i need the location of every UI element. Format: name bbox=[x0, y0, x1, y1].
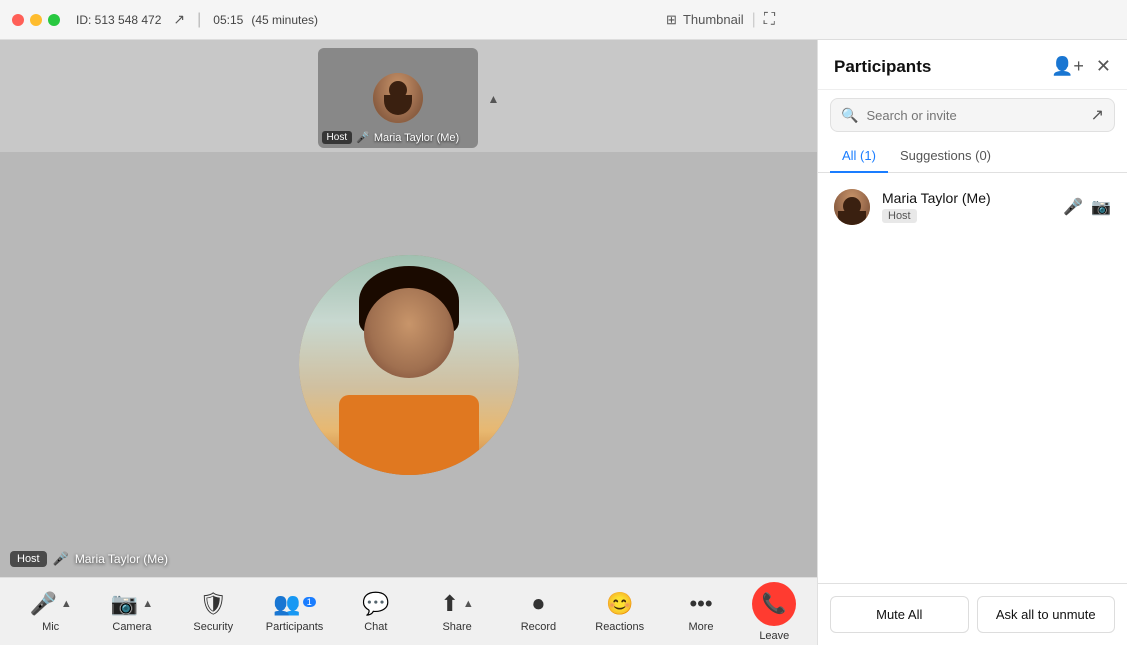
thumbnail-label: Thumbnail bbox=[683, 12, 744, 27]
participant-role-badge: Host bbox=[882, 209, 917, 223]
video-area: Host 🎤 Maria Taylor (Me) ▲ Host 🎤 Mar bbox=[0, 40, 817, 645]
fullscreen-button[interactable]: ⛶ bbox=[764, 11, 775, 29]
camera-icon: 📷 ▲ bbox=[111, 591, 153, 617]
tab-all[interactable]: All (1) bbox=[830, 140, 888, 173]
participant-camera-muted-icon: 📷 bbox=[1091, 197, 1111, 217]
panel-title: Participants bbox=[834, 57, 931, 77]
participants-label: Participants bbox=[266, 621, 323, 633]
share-caret-icon[interactable]: ▲ bbox=[463, 598, 474, 610]
participant-name-thumb: Maria Taylor (Me) bbox=[374, 132, 459, 144]
reactions-icon: 😊 bbox=[606, 591, 633, 617]
security-button[interactable]: 🛡 Security bbox=[183, 591, 243, 633]
participant-info: Maria Taylor (Me) Host bbox=[882, 190, 1051, 224]
search-icon: 🔍 bbox=[841, 107, 858, 124]
participants-button[interactable]: 👥1 Participants bbox=[265, 591, 325, 633]
main-video: Host 🎤 Maria Taylor (Me) bbox=[0, 152, 817, 577]
thumbnail-label-area: Host 🎤 Maria Taylor (Me) bbox=[322, 131, 484, 144]
mic-caret-icon[interactable]: ▲ bbox=[61, 598, 72, 610]
mic-button[interactable]: 🎤 ▲ Mic bbox=[21, 591, 81, 633]
participants-badge: 1 bbox=[303, 597, 316, 607]
participant-avatar bbox=[834, 189, 870, 225]
panel-header: Participants 👤+ ✕ bbox=[818, 40, 1127, 90]
leave-icon[interactable]: 📞 bbox=[752, 582, 796, 626]
camera-caret-icon[interactable]: ▲ bbox=[142, 598, 153, 610]
invite-icon[interactable]: ↗ bbox=[1091, 105, 1104, 125]
share-icon: ⬆ ▲ bbox=[440, 591, 473, 617]
chat-button[interactable]: 💬 Chat bbox=[346, 591, 406, 633]
participant-item: Maria Taylor (Me) Host 🎤 📷 bbox=[818, 181, 1127, 233]
reactions-label: Reactions bbox=[595, 621, 644, 633]
host-overlay: Host 🎤 Maria Taylor (Me) bbox=[10, 551, 168, 567]
muted-icon-main: 🎤 bbox=[53, 551, 69, 567]
mic-label: Mic bbox=[42, 621, 59, 633]
maximize-button[interactable] bbox=[48, 14, 60, 26]
participant-list: Maria Taylor (Me) Host 🎤 📷 bbox=[818, 173, 1127, 583]
person-head bbox=[364, 288, 454, 378]
main-video-circle bbox=[299, 255, 519, 475]
search-input-wrap: 🔍 ↗ bbox=[830, 98, 1115, 132]
tab-suggestions[interactable]: Suggestions (0) bbox=[888, 140, 1003, 173]
thumbnail-button[interactable]: ⊞ Thumbnail bbox=[666, 12, 744, 28]
participant-name-main: Maria Taylor (Me) bbox=[75, 552, 168, 566]
more-button[interactable]: ••• More bbox=[671, 591, 731, 633]
thumbnail-strip: Host 🎤 Maria Taylor (Me) ▲ bbox=[0, 40, 817, 152]
toolbar: 🎤 ▲ Mic 📷 ▲ Camera 🛡 Security 👥1 bbox=[0, 577, 817, 645]
share-icon[interactable]: ↗ bbox=[173, 11, 185, 28]
meeting-time: 05:15 bbox=[213, 13, 243, 27]
record-icon: ⏺ bbox=[533, 591, 544, 617]
ask-unmute-button[interactable]: Ask all to unmute bbox=[977, 596, 1116, 633]
camera-button[interactable]: 📷 ▲ Camera bbox=[102, 591, 162, 633]
participant-icons: 🎤 📷 bbox=[1063, 197, 1111, 217]
meeting-duration: (45 minutes) bbox=[251, 13, 318, 27]
divider: | bbox=[752, 11, 756, 29]
share-label: Share bbox=[442, 621, 471, 633]
mic-icon: 🎤 ▲ bbox=[29, 591, 71, 617]
security-label: Security bbox=[193, 621, 233, 633]
person-background bbox=[299, 255, 519, 475]
share-button[interactable]: ⬆ ▲ Share bbox=[427, 591, 487, 633]
muted-icon-thumb: 🎤 bbox=[356, 131, 370, 144]
participants-panel: Participants 👤+ ✕ 🔍 ↗ All (1) Suggestion… bbox=[817, 40, 1127, 645]
participants-icon: 👥1 bbox=[273, 591, 315, 617]
host-badge-main: Host bbox=[10, 551, 47, 567]
minimize-button[interactable] bbox=[30, 14, 42, 26]
thumbnail-icon: ⊞ bbox=[666, 12, 677, 28]
thumbnail-avatar bbox=[373, 73, 423, 123]
meeting-id: ID: 513 548 472 bbox=[76, 13, 161, 27]
chevron-up-icon[interactable]: ▲ bbox=[488, 92, 500, 106]
leave-button-wrap[interactable]: 📞 Leave bbox=[752, 582, 796, 642]
close-panel-icon[interactable]: ✕ bbox=[1096, 56, 1111, 77]
mute-all-button[interactable]: Mute All bbox=[830, 596, 969, 633]
record-label: Record bbox=[521, 621, 556, 633]
person-body bbox=[339, 395, 479, 475]
close-button[interactable] bbox=[12, 14, 24, 26]
reactions-button[interactable]: 😊 Reactions bbox=[590, 591, 650, 633]
participant-mic-muted-icon: 🎤 bbox=[1063, 197, 1083, 217]
search-bar: 🔍 ↗ bbox=[818, 90, 1127, 140]
camera-muted-icon: 📷 bbox=[111, 591, 138, 617]
title-center: ⊞ Thumbnail | ⛶ bbox=[326, 11, 1115, 29]
more-label: More bbox=[688, 621, 713, 633]
add-participant-icon[interactable]: 👤+ bbox=[1051, 56, 1084, 77]
camera-label: Camera bbox=[112, 621, 151, 633]
traffic-lights bbox=[12, 14, 60, 26]
tabs: All (1) Suggestions (0) bbox=[818, 140, 1127, 173]
search-input[interactable] bbox=[866, 108, 1082, 123]
thumbnail-item: Host 🎤 Maria Taylor (Me) bbox=[318, 48, 488, 148]
security-icon: 🛡 bbox=[199, 591, 227, 617]
panel-header-icons: 👤+ ✕ bbox=[1051, 56, 1111, 77]
chat-icon: 💬 bbox=[362, 591, 389, 617]
chat-label: Chat bbox=[364, 621, 387, 633]
main-content: Host 🎤 Maria Taylor (Me) ▲ Host 🎤 Mar bbox=[0, 40, 1127, 645]
panel-footer: Mute All Ask all to unmute bbox=[818, 583, 1127, 645]
more-icon: ••• bbox=[689, 591, 712, 617]
mic-muted-icon: 🎤 bbox=[29, 591, 56, 617]
host-badge-thumb: Host bbox=[322, 131, 353, 144]
record-button[interactable]: ⏺ Record bbox=[508, 591, 568, 633]
leave-label: Leave bbox=[759, 630, 789, 642]
title-bar: ID: 513 548 472 ↗ | 05:15 (45 minutes) ⊞… bbox=[0, 0, 1127, 40]
participant-name: Maria Taylor (Me) bbox=[882, 190, 1051, 206]
